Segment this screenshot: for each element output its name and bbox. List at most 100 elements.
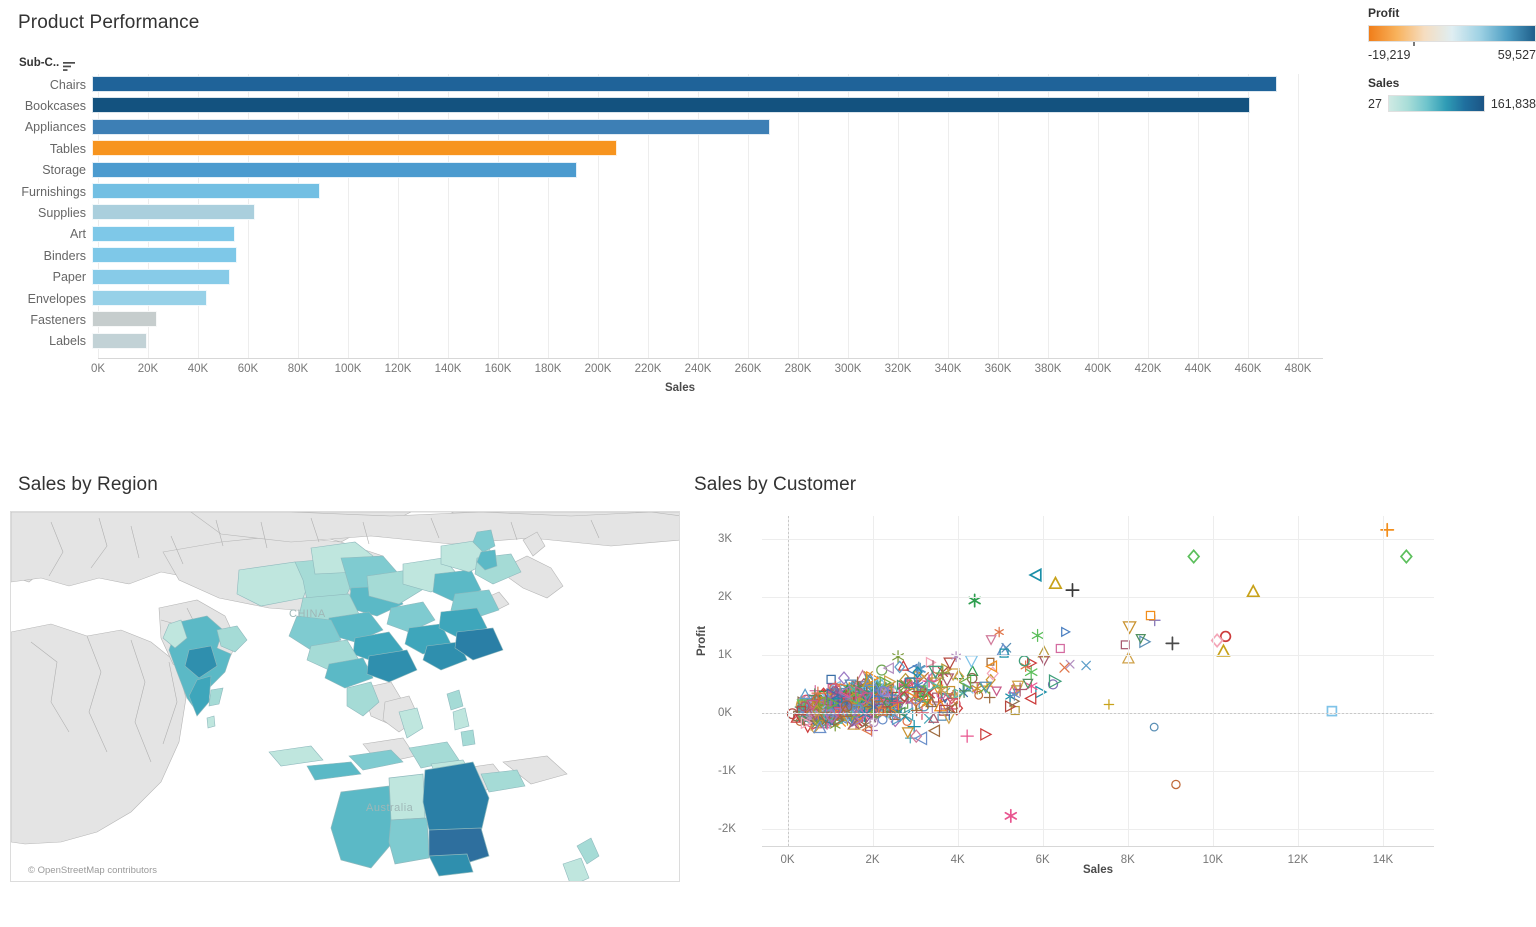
bar[interactable] (92, 161, 577, 178)
bar-track (92, 267, 1360, 288)
x-axis-tick-label: 420K (1134, 363, 1162, 375)
region-map[interactable]: © OpenStreetMap contributors CHINA Austra… (10, 511, 680, 882)
gridline (762, 770, 1434, 772)
x-axis-tick-label: 160K (484, 363, 512, 375)
bar-row[interactable]: Storage (0, 160, 1360, 181)
scatter-marker (1024, 691, 1037, 705)
x-axis-tick-label: 80K (287, 363, 309, 375)
x-axis-tick-label: 140K (434, 363, 462, 375)
scatter-x-tick-label: 10K (1202, 854, 1224, 866)
bar-row[interactable]: Furnishings (0, 181, 1360, 202)
sales-by-region-panel: Sales by Region © OpenStreetMap contribu… (0, 466, 690, 927)
x-axis-tick-label: 280K (784, 363, 812, 375)
bar-row[interactable]: Art (0, 224, 1360, 245)
bar-row[interactable]: Labels (0, 331, 1360, 352)
bar-category-label: Furnishings (21, 184, 86, 199)
scatter-x-tick-label: 12K (1287, 854, 1309, 866)
x-axis-tick-label: 60K (237, 363, 259, 375)
bar[interactable] (92, 118, 770, 135)
gridline (762, 597, 1434, 599)
scatter-marker (1059, 662, 1070, 673)
bar[interactable] (92, 289, 207, 306)
profit-legend-title: Profit (1368, 6, 1400, 20)
bar-chart-x-axis: 0K 20K 40K 60K 80K 100K 120K 140K 160K 180K 200K 22… (0, 358, 1360, 380)
bar-category-label: Art (70, 227, 86, 242)
x-axis-tick-label: 20K (137, 363, 159, 375)
scatter-x-tick-label: 8K (1120, 854, 1135, 866)
bar-category-label: Bookcases (24, 99, 86, 114)
scatter-marker (1055, 643, 1065, 654)
bar[interactable] (92, 97, 1250, 114)
bar[interactable] (92, 76, 1277, 92)
scatter-marker (943, 657, 957, 671)
gridline (872, 516, 874, 846)
scatter-x-tick-label: 6K (1035, 854, 1050, 866)
x-axis-tick-label: 180K (534, 363, 562, 375)
scatter-x-axis-title: Sales (1082, 864, 1114, 876)
bar-category-label: Envelopes (27, 291, 86, 306)
scatter-marker (826, 674, 836, 685)
sort-descending-icon[interactable] (63, 59, 76, 71)
profit-legend-max: 59,527 (1497, 48, 1536, 62)
sales-legend-title: Sales (1368, 76, 1400, 90)
tableau-dashboard: Product Performance Sub-C.. Chairs Bookca… (0, 0, 1536, 927)
bar[interactable] (92, 225, 235, 242)
bar-row[interactable]: Bookcases (0, 95, 1360, 116)
scatter-marker (974, 690, 984, 700)
map-region (206, 715, 216, 729)
scatter-x-tick-label: 2K (865, 854, 880, 866)
scatter-marker (1048, 575, 1063, 590)
map-svg (11, 512, 679, 881)
scatter-marker (1065, 583, 1080, 598)
bar-category-label: Supplies (38, 206, 86, 221)
bar-row[interactable]: Tables (0, 138, 1360, 159)
bar[interactable] (92, 332, 147, 349)
scatter-marker (1187, 549, 1201, 565)
bar[interactable] (92, 204, 255, 221)
profit-legend-tick (1368, 42, 1536, 46)
x-axis-tick-label: 440K (1184, 363, 1212, 375)
bar-row[interactable]: Chairs (0, 74, 1360, 95)
bar-row[interactable]: Binders (0, 245, 1360, 266)
bar[interactable] (92, 182, 320, 199)
bar-row[interactable]: Paper (0, 267, 1360, 288)
bar-row[interactable]: Supplies (0, 202, 1360, 223)
gridline (1127, 516, 1129, 846)
sales-legend-min: 27 (1368, 96, 1382, 111)
scatter-marker (960, 729, 974, 743)
x-axis-tick-label: 260K (734, 363, 762, 375)
bar-track (92, 202, 1360, 223)
bar-track (92, 138, 1360, 159)
scatter-marker (1399, 549, 1413, 565)
bar-category-label: Chairs (49, 77, 86, 92)
bar[interactable] (92, 268, 230, 285)
bar-row[interactable]: Envelopes (0, 288, 1360, 309)
sales-legend-max: 161,838 (1490, 96, 1536, 111)
scatter-marker (1246, 583, 1261, 598)
profit-legend: Profit -19,219 59,527 (1368, 6, 1536, 62)
scatter-marker (1061, 626, 1072, 638)
scatter-y-tick-label: 1K (718, 648, 733, 661)
map-region (460, 729, 476, 747)
sub-category-header-label: Sub-C.. (19, 57, 60, 69)
bar-category-label: Appliances (24, 120, 86, 135)
scatter-plot[interactable] (762, 516, 1434, 846)
sub-category-header[interactable]: Sub-C.. (19, 57, 76, 71)
sales-by-customer-panel: Sales by Customer Profit Sales 0K 2K 4K 6K 8… (690, 466, 1536, 927)
bar-row[interactable]: Fasteners (0, 309, 1360, 330)
scatter-y-tick-label: -2K (718, 822, 736, 835)
bar-row[interactable]: Appliances (0, 117, 1360, 138)
page-title: Product Performance (18, 12, 200, 33)
scatter-marker (892, 650, 904, 664)
scatter-marker (951, 651, 961, 663)
bar[interactable] (92, 140, 617, 157)
bar-track (92, 245, 1360, 266)
bar[interactable] (92, 247, 237, 264)
x-axis-tick-label: 380K (1034, 363, 1062, 375)
x-axis-tick-label: 220K (634, 363, 662, 375)
scatter-y-axis-title: Profit (696, 625, 708, 656)
bar-category-label: Binders (43, 248, 86, 263)
map-attribution: © OpenStreetMap contributors (25, 864, 160, 877)
bar-category-label: Storage (42, 163, 86, 178)
bar[interactable] (92, 311, 157, 328)
